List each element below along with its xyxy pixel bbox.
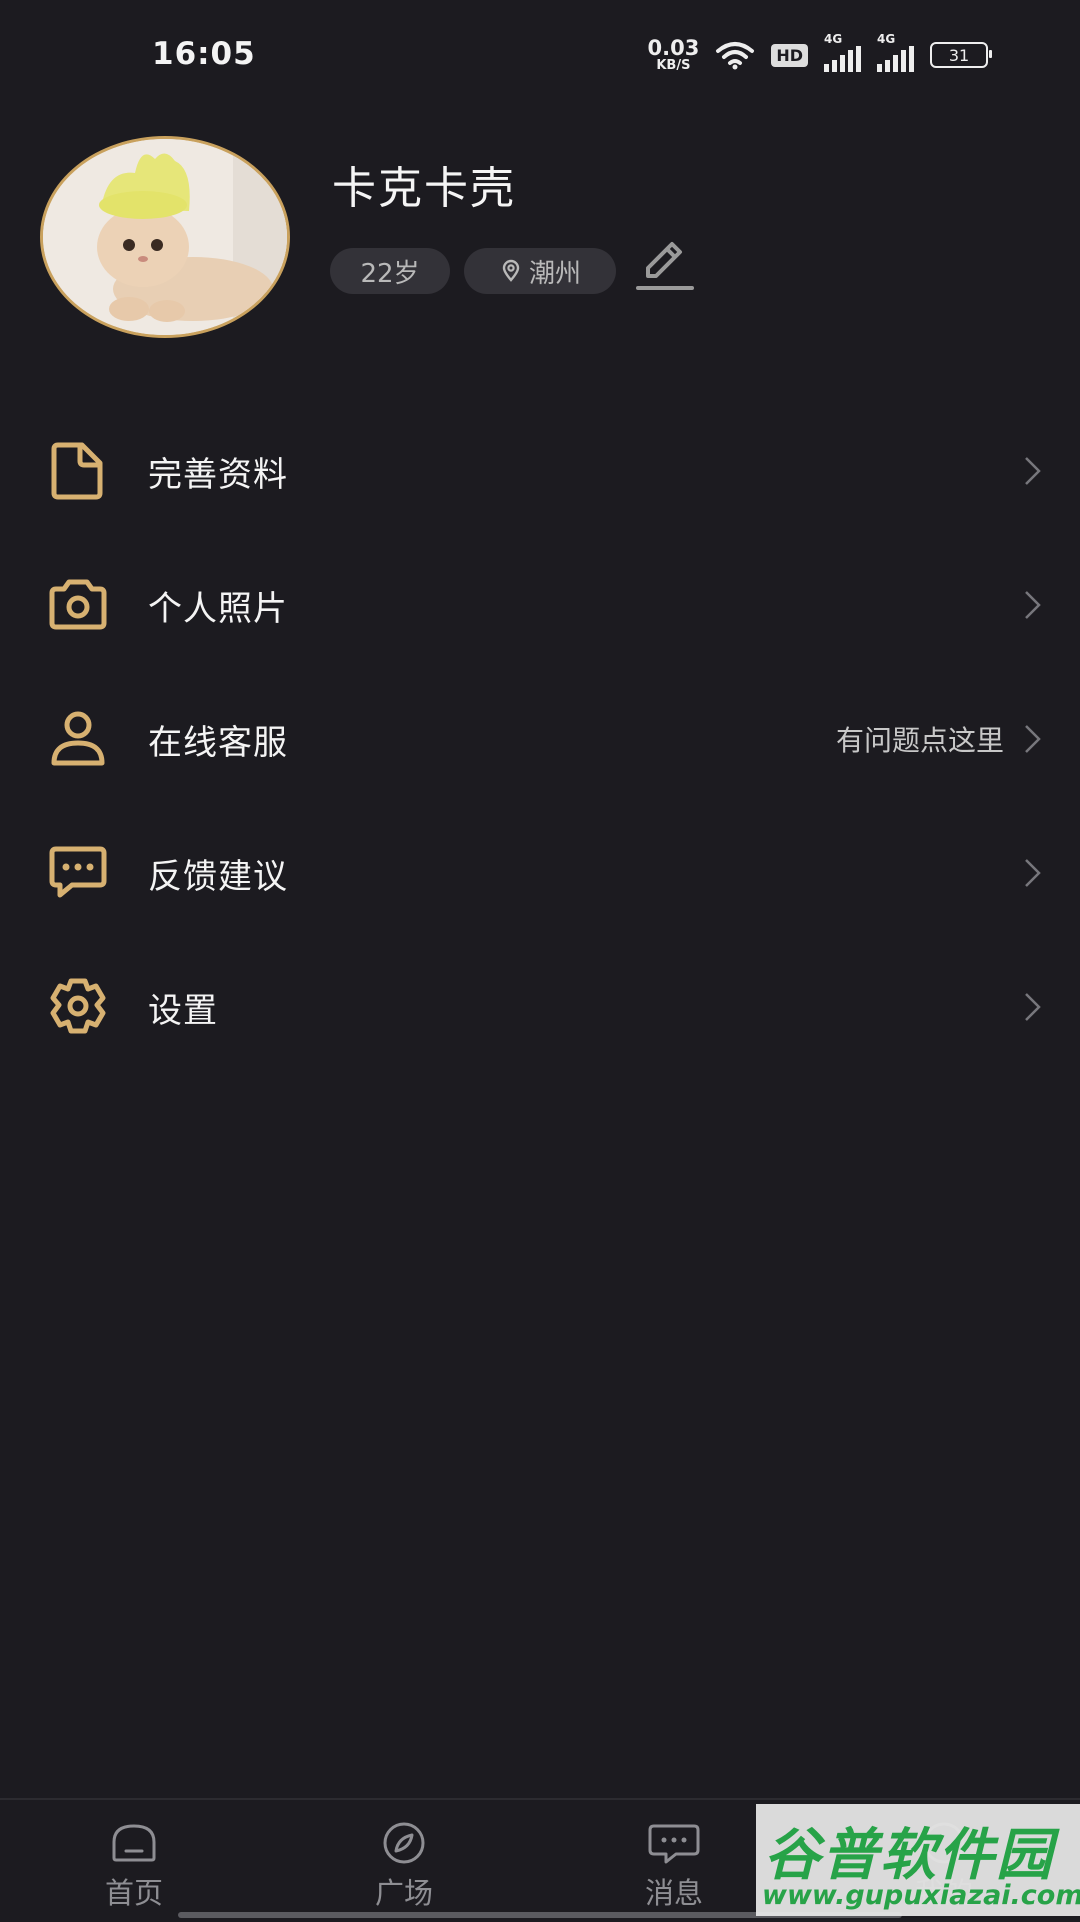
signal-sim1-icon: 4G [824,32,861,72]
tab-messages[interactable]: 消息 [584,1800,764,1922]
battery-icon: 31 [930,42,992,68]
status-time: 16:05 [152,36,256,72]
profile-name: 卡克卡壳 [332,163,516,214]
home-icon [112,1824,156,1862]
signal-sim1-label: 4G [824,32,843,46]
menu-item-label: 个人照片 [148,588,288,629]
chevron-right-icon [1025,457,1041,485]
age-tag: 22岁 [330,248,450,294]
camera-icon [49,579,107,630]
tab-label: 广场 [374,1876,433,1910]
watermark-overlay: 谷普软件园 www.gupuxiazai.com [756,1804,1080,1916]
network-speed-unit: KB/S [656,58,691,73]
location-tag-label: 潮州 [528,258,581,289]
age-tag-label: 22岁 [360,258,420,289]
watermark-url: www.gupuxiazai.com [762,1880,1080,1911]
person-icon [51,711,105,766]
avatar[interactable] [40,136,290,338]
chevron-right-icon [1025,591,1041,619]
hd-voice-badge: HD [771,43,808,67]
status-bar: 16:05 0.03 KB/S HD 4G 4G 31 [0,0,1080,110]
avatar-cat-image [43,139,287,335]
tab-home[interactable]: 首页 [44,1800,224,1922]
tab-square[interactable]: 广场 [314,1800,494,1922]
signal-sim2-icon: 4G [877,32,914,72]
menu-item-complete-profile[interactable]: 完善资料 [0,404,1080,538]
signal-sim2-label: 4G [877,32,896,46]
location-tag: 潮州 [464,248,616,294]
menu-item-label: 完善资料 [148,454,288,495]
edit-profile-icon[interactable] [634,236,694,294]
menu-item-online-service[interactable]: 在线客服 有问题点这里 [0,672,1080,806]
chevron-right-icon [1025,993,1041,1021]
chevron-right-icon [1025,725,1041,753]
menu-item-personal-photos[interactable]: 个人照片 [0,538,1080,672]
message-icon [648,1824,700,1864]
battery-level: 31 [948,45,970,65]
document-icon [51,442,103,500]
compass-icon [383,1822,425,1864]
menu-item-label: 在线客服 [148,722,288,763]
menu-list: 完善资料 个人照片 在线客服 有问题点这里 反馈建议 设置 [0,404,1080,1074]
chevron-right-icon [1025,859,1041,887]
tab-label: 消息 [644,1876,703,1910]
gear-icon [50,978,106,1034]
location-pin-icon [502,259,520,282]
menu-item-settings[interactable]: 设置 [0,940,1080,1074]
network-speed: 0.03 KB/S [647,36,700,73]
chat-bubble-icon [49,846,107,898]
menu-item-hint: 有问题点这里 [835,724,1004,757]
menu-item-label: 设置 [148,990,218,1031]
menu-item-feedback[interactable]: 反馈建议 [0,806,1080,940]
network-speed-value: 0.03 [647,36,700,60]
menu-item-label: 反馈建议 [148,856,288,897]
status-icons: 0.03 KB/S HD 4G 4G 31 [647,32,992,73]
tab-label: 首页 [104,1876,163,1910]
wifi-icon [716,42,755,70]
watermark-title: 谷普软件园 [764,1823,1054,1888]
